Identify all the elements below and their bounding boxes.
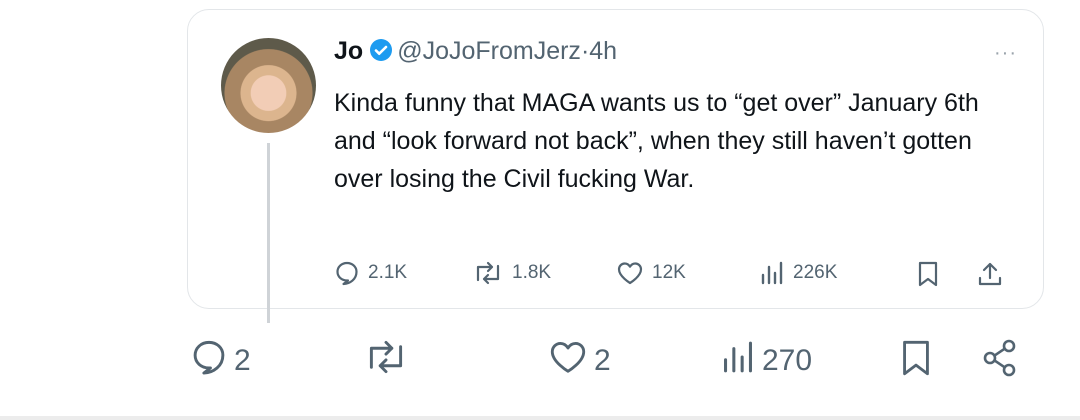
post-actions: 2 2 270 bbox=[0, 338, 1080, 398]
repost-count: 1.8K bbox=[512, 262, 552, 283]
like-icon bbox=[548, 338, 588, 384]
tweet-time[interactable]: 4h bbox=[589, 37, 617, 65]
bookmark-icon bbox=[900, 338, 932, 386]
views-icon bbox=[720, 338, 756, 384]
post-views-count: 270 bbox=[762, 344, 813, 377]
post-bookmark-button[interactable] bbox=[900, 338, 932, 386]
bookmark-button[interactable] bbox=[917, 260, 939, 288]
tweet-text: Kinda funny that MAGA wants us to “get o… bbox=[334, 89, 979, 193]
reply-icon bbox=[190, 338, 228, 384]
more-options-icon[interactable]: ··· bbox=[994, 42, 1017, 65]
post-share-button[interactable] bbox=[980, 338, 1020, 386]
share-icon bbox=[977, 260, 1003, 288]
like-icon bbox=[616, 260, 644, 286]
like-button[interactable]: 12K bbox=[616, 260, 686, 286]
post-repost-button[interactable] bbox=[362, 338, 410, 384]
repost-icon bbox=[362, 338, 410, 384]
quoted-tweet-actions: 2.1K 1.8K 12K 226K bbox=[334, 260, 1024, 292]
reply-count: 2.1K bbox=[368, 262, 408, 283]
repost-icon bbox=[472, 260, 504, 286]
views-button[interactable]: 226K bbox=[759, 260, 837, 286]
bookmark-icon bbox=[917, 260, 939, 288]
post-like-count: 2 bbox=[594, 344, 611, 377]
verified-badge-icon bbox=[369, 38, 393, 69]
views-icon bbox=[759, 260, 785, 286]
repost-button[interactable]: 1.8K bbox=[472, 260, 551, 286]
post-views-button[interactable]: 270 bbox=[720, 338, 812, 384]
author-name[interactable]: Jo bbox=[334, 37, 363, 65]
thread-line bbox=[267, 143, 270, 323]
share-button[interactable] bbox=[977, 260, 1003, 288]
views-count: 226K bbox=[793, 262, 838, 283]
reply-button[interactable]: 2.1K bbox=[334, 260, 407, 286]
divider bbox=[0, 416, 1080, 420]
tweet-header: Jo @JoJoFromJerz·4h bbox=[334, 36, 617, 69]
quoted-tweet-card[interactable]: Jo @JoJoFromJerz·4h ··· Kinda funny that … bbox=[187, 9, 1044, 323]
author-handle[interactable]: @JoJoFromJerz bbox=[397, 37, 581, 65]
like-count: 12K bbox=[652, 262, 686, 283]
post-reply-button[interactable]: 2 bbox=[190, 338, 251, 384]
avatar[interactable] bbox=[221, 38, 316, 133]
post-like-button[interactable]: 2 bbox=[548, 338, 611, 384]
post-reply-count: 2 bbox=[234, 344, 251, 377]
share-icon bbox=[980, 338, 1020, 386]
reply-icon bbox=[334, 260, 360, 286]
